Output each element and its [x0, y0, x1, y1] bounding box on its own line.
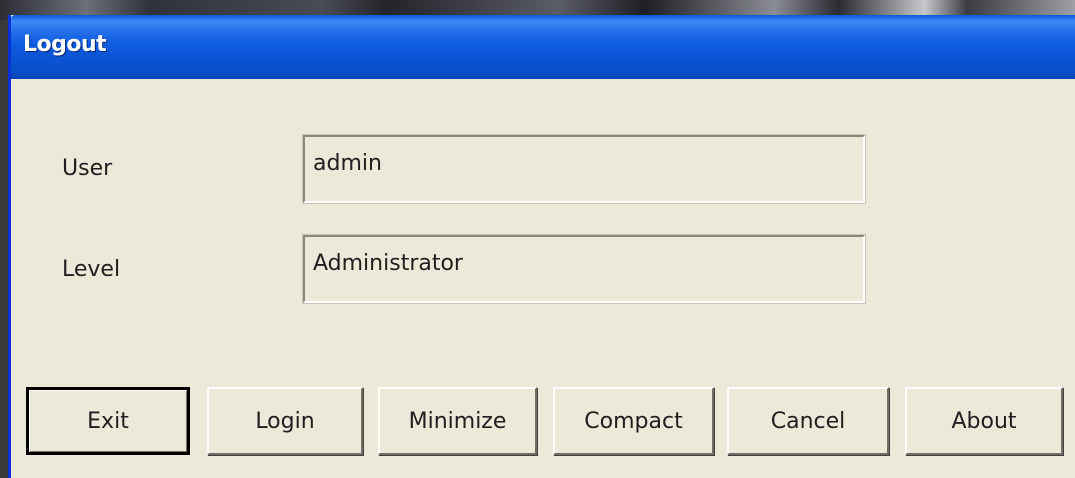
level-field-value: Administrator	[313, 251, 463, 276]
login-button[interactable]: Login	[207, 387, 363, 455]
user-field-value: admin	[313, 151, 382, 176]
about-button[interactable]: About	[905, 387, 1063, 455]
exit-button[interactable]: Exit	[26, 387, 190, 455]
compact-button[interactable]: Compact	[553, 387, 714, 455]
level-label: Level	[62, 257, 121, 282]
cancel-button[interactable]: Cancel	[727, 387, 889, 455]
minimize-button[interactable]: Minimize	[378, 387, 537, 455]
title-bar[interactable]: Logout	[11, 15, 1075, 79]
dialog-title: Logout	[23, 32, 107, 57]
user-label: User	[62, 156, 113, 181]
screen: Logout User admin Level Administrator Ex…	[0, 0, 1075, 478]
level-field[interactable]: Administrator	[302, 234, 866, 304]
user-field[interactable]: admin	[302, 134, 866, 204]
logout-dialog: Logout User admin Level Administrator Ex…	[8, 15, 1075, 478]
